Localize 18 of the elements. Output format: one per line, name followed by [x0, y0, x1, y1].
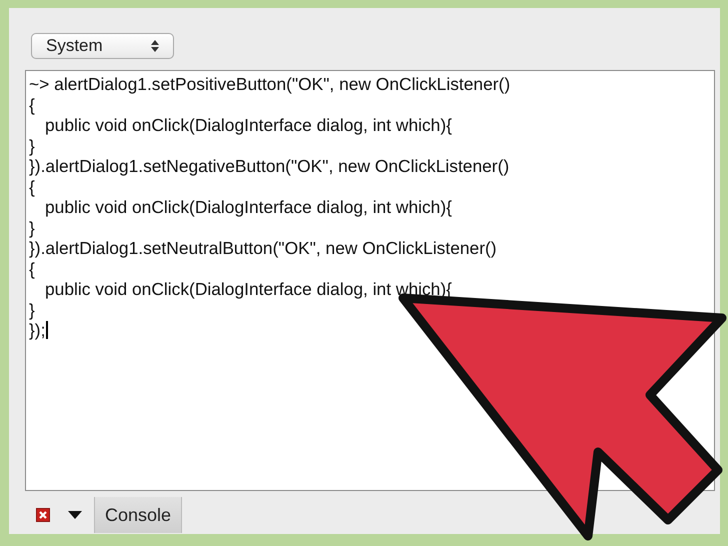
close-icon[interactable] [36, 508, 50, 522]
code-line: { [29, 258, 35, 279]
system-dropdown[interactable]: System [31, 33, 174, 59]
console-tab[interactable]: Console [94, 497, 182, 533]
dropdown-arrow-icon[interactable] [68, 511, 82, 519]
code-line: }); [29, 320, 46, 340]
code-line: } [29, 136, 35, 156]
code-line: { [29, 176, 35, 197]
code-line: }).alertDialog1.setNeutralButton("OK", new OnClickListener() [29, 238, 497, 258]
code-line: public void onClick(DialogInterface dialog, int which){ [45, 115, 452, 136]
code-line: } [29, 300, 35, 320]
code-line: { [29, 94, 35, 115]
text-cursor [46, 321, 48, 340]
stepper-icon [151, 40, 159, 52]
code-line: }).alertDialog1.setNegativeButton("OK", new OnClickListener() [29, 156, 510, 176]
code-line: ~> alertDialog1.setPositiveButton("OK", new OnClickListener() [29, 74, 510, 94]
code-line: } [29, 218, 35, 238]
code-line: public void onClick(DialogInterface dialog, int which){ [45, 197, 452, 218]
